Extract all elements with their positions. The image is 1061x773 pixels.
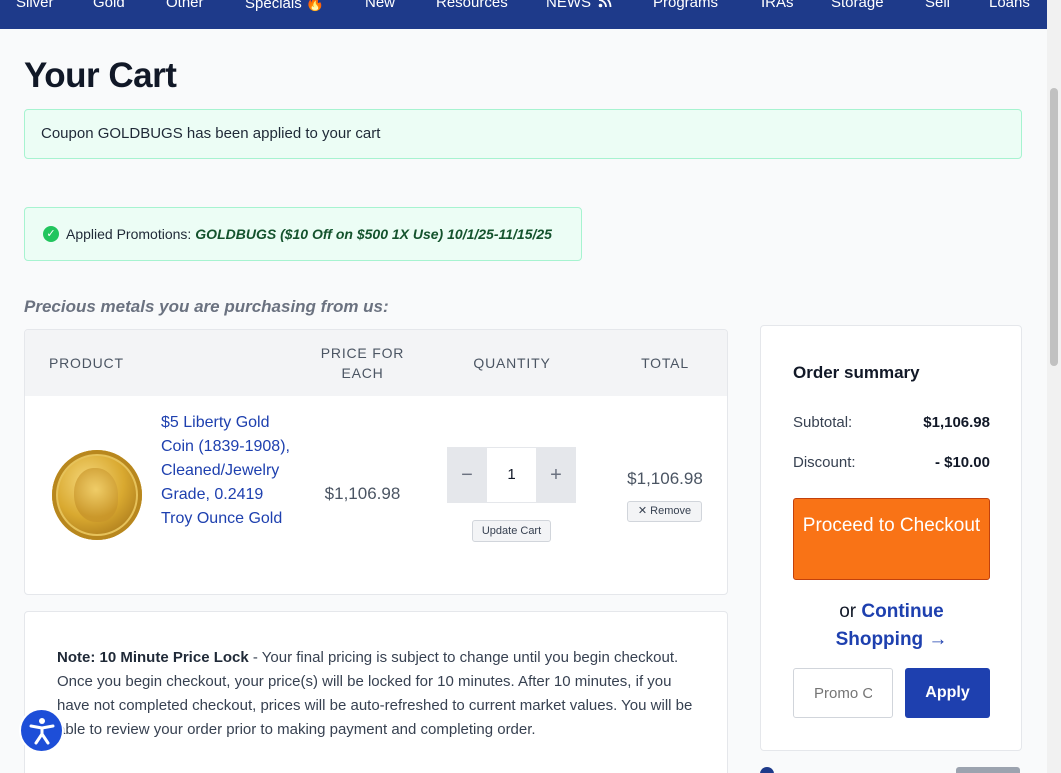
check-circle-icon: ✓ bbox=[43, 226, 59, 242]
table-header: PRODUCT PRICE FOR EACH QUANTITY TOTAL bbox=[25, 330, 727, 396]
promotions-value: GOLDBUGS ($10 Off on $500 1X Use) 10/1/2… bbox=[195, 226, 552, 242]
nav-item-other[interactable]: Other bbox=[166, 0, 204, 11]
decrement-button[interactable]: − bbox=[447, 447, 487, 503]
page-scrollbar[interactable] bbox=[1047, 0, 1061, 773]
coupon-alert: Coupon GOLDBUGS has been applied to your… bbox=[24, 109, 1022, 159]
discount-row: Discount: - $10.00 bbox=[793, 454, 990, 471]
update-cart-button[interactable]: Update Cart bbox=[472, 520, 551, 542]
scrollbar-thumb[interactable] bbox=[1050, 88, 1058, 366]
header-price: PRICE FOR EACH bbox=[315, 343, 410, 383]
order-summary: Order summary Subtotal: $1,106.98 Discou… bbox=[760, 325, 1022, 751]
nav-item-iras[interactable]: IRAs bbox=[761, 0, 794, 11]
partial-icon bbox=[760, 767, 774, 773]
nav-item-specials[interactable]: Specials 🔥 bbox=[245, 0, 325, 12]
quantity-input[interactable]: 1 bbox=[487, 447, 536, 503]
partial-button[interactable] bbox=[956, 767, 1020, 773]
nav-item-resources[interactable]: Resources bbox=[436, 0, 508, 11]
promotions-label: Applied Promotions: bbox=[66, 226, 192, 242]
nav-item-programs[interactable]: Programs bbox=[653, 0, 718, 11]
accessibility-button[interactable] bbox=[19, 708, 64, 753]
header-product: PRODUCT bbox=[49, 355, 124, 371]
applied-promotions: ✓ Applied Promotions: GOLDBUGS ($10 Off … bbox=[24, 207, 582, 261]
cart-table: PRODUCT PRICE FOR EACH QUANTITY TOTAL $5… bbox=[24, 329, 728, 595]
product-image[interactable] bbox=[52, 450, 142, 540]
nav-item-new[interactable]: New bbox=[365, 0, 395, 11]
continue-shopping: or Continue Shopping → bbox=[793, 598, 990, 654]
summary-heading: Order summary bbox=[793, 363, 920, 382]
nav-item-silver[interactable]: Silver bbox=[16, 0, 54, 11]
nav-item-sell[interactable]: Sell bbox=[925, 0, 950, 11]
nav-item-news[interactable]: NEWS bbox=[546, 0, 612, 11]
nav-item-storage[interactable]: Storage bbox=[831, 0, 884, 11]
line-total: $1,106.98 bbox=[627, 469, 703, 488]
section-heading: Precious metals you are purchasing from … bbox=[24, 297, 389, 316]
apply-promo-button[interactable]: Apply bbox=[905, 668, 990, 718]
page-title: Your Cart bbox=[24, 56, 177, 95]
nav-item-news-label: NEWS bbox=[546, 0, 591, 11]
note-label: Note: 10 Minute Price Lock bbox=[57, 649, 249, 666]
nav-item-loans[interactable]: Loans bbox=[989, 0, 1030, 11]
header-total: TOTAL bbox=[641, 355, 689, 371]
subtotal-row: Subtotal: $1,106.98 bbox=[793, 414, 990, 431]
product-name-link[interactable]: $5 Liberty Gold Coin (1839-1908), Cleane… bbox=[161, 411, 291, 531]
continue-prefix: or bbox=[839, 601, 857, 622]
proceed-to-checkout-button[interactable]: Proceed to Checkout bbox=[793, 498, 990, 580]
price-lock-note: Note: 10 Minute Price Lock - Your final … bbox=[24, 611, 728, 773]
header-quantity: QUANTITY bbox=[473, 355, 551, 371]
remove-button[interactable]: ✕ Remove bbox=[627, 501, 702, 522]
price-each: $1,106.98 bbox=[324, 484, 401, 503]
subtotal-label: Subtotal: bbox=[793, 414, 853, 431]
top-nav: Silver Gold Other Specials 🔥 New Resourc… bbox=[0, 0, 1047, 29]
rss-icon bbox=[598, 0, 612, 8]
header-price-line1: PRICE FOR bbox=[320, 345, 405, 361]
header-price-line2: EACH bbox=[341, 365, 384, 381]
promo-code-input[interactable] bbox=[793, 668, 893, 718]
subtotal-value: $1,106.98 bbox=[923, 414, 990, 431]
nav-item-gold[interactable]: Gold bbox=[93, 0, 125, 11]
discount-value: - $10.00 bbox=[934, 454, 990, 471]
increment-button[interactable]: + bbox=[536, 447, 576, 503]
discount-label: Discount: bbox=[793, 454, 856, 471]
accessibility-icon bbox=[29, 718, 55, 745]
quantity-stepper: − 1 + bbox=[447, 447, 576, 503]
